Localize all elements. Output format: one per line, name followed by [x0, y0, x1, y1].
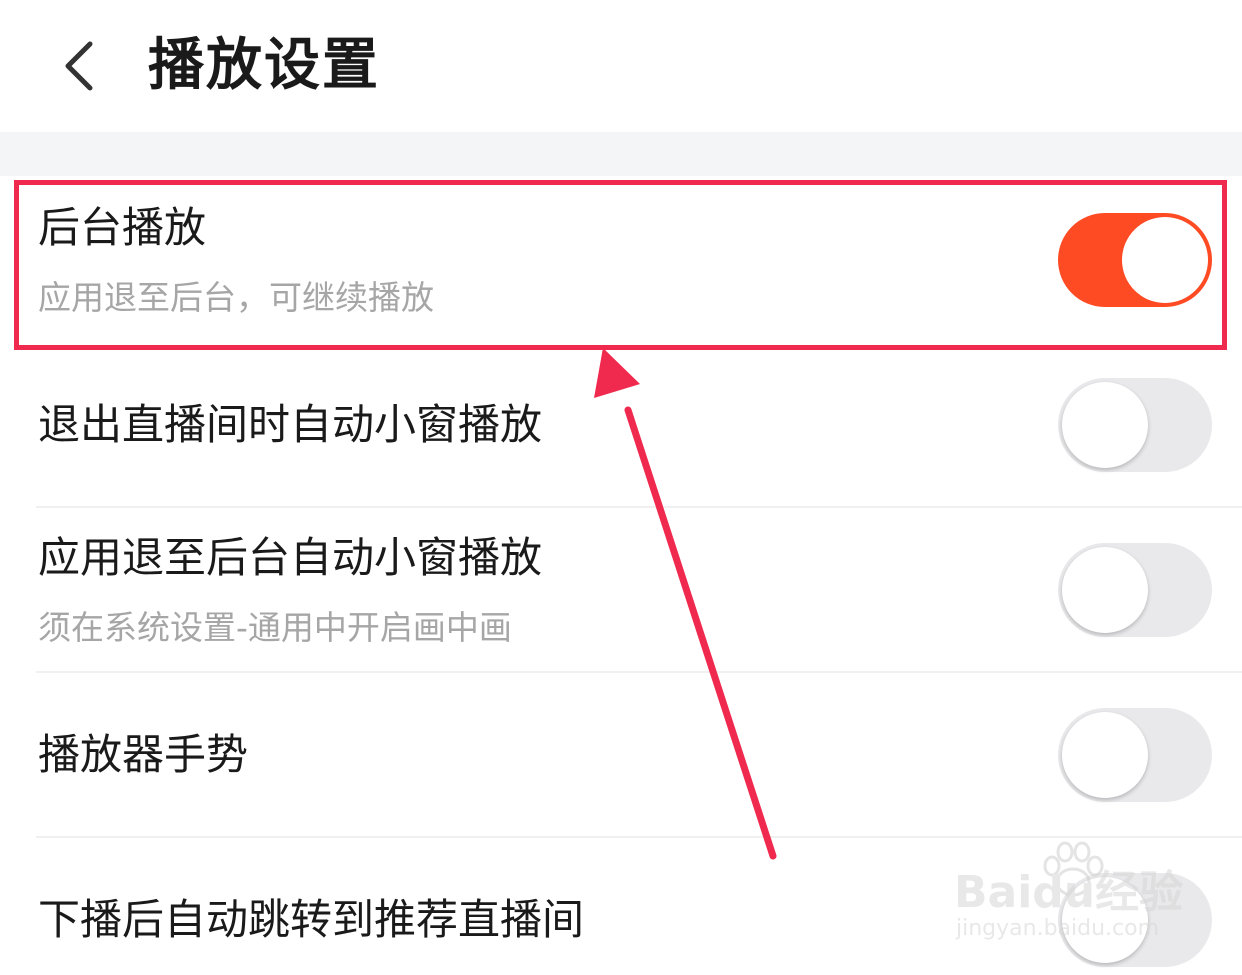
page-title: 播放设置	[148, 33, 380, 98]
section-spacer	[0, 132, 1242, 176]
toggle-knob	[1062, 547, 1148, 633]
player-gestures-toggle[interactable]	[1058, 708, 1212, 802]
setting-row-background-play: 后台播放 应用退至后台，可继续播放	[0, 176, 1242, 342]
chevron-left-icon	[65, 41, 93, 91]
setting-row-exit-live-mini-window: 退出直播间时自动小窗播放	[0, 342, 1242, 508]
background-play-toggle[interactable]	[1058, 213, 1212, 307]
auto-jump-recommended-toggle[interactable]	[1058, 873, 1212, 967]
exit-live-mini-window-toggle[interactable]	[1058, 378, 1212, 472]
toggle-knob	[1122, 217, 1208, 303]
setting-row-background-mini-window: 应用退至后台自动小窗播放 须在系统设置-通用中开启画中画	[0, 508, 1242, 673]
toggle-knob	[1062, 877, 1148, 963]
setting-title: 下播后自动跳转到推荐直播间	[38, 895, 585, 944]
setting-title: 应用退至后台自动小窗播放	[38, 533, 543, 582]
background-mini-window-toggle[interactable]	[1058, 543, 1212, 637]
toggle-knob	[1062, 382, 1148, 468]
setting-subtitle: 须在系统设置-通用中开启画中画	[38, 608, 512, 647]
setting-title: 后台播放	[38, 203, 207, 252]
setting-row-auto-jump-recommended: 下播后自动跳转到推荐直播间	[0, 838, 1242, 975]
back-button[interactable]	[44, 30, 116, 102]
toggle-knob	[1062, 712, 1148, 798]
setting-subtitle: 应用退至后台，可继续播放	[38, 278, 434, 317]
setting-title: 退出直播间时自动小窗播放	[38, 400, 543, 449]
setting-row-player-gestures: 播放器手势	[0, 673, 1242, 838]
header-bar: 播放设置	[0, 0, 1242, 132]
setting-title: 播放器手势	[38, 730, 249, 779]
